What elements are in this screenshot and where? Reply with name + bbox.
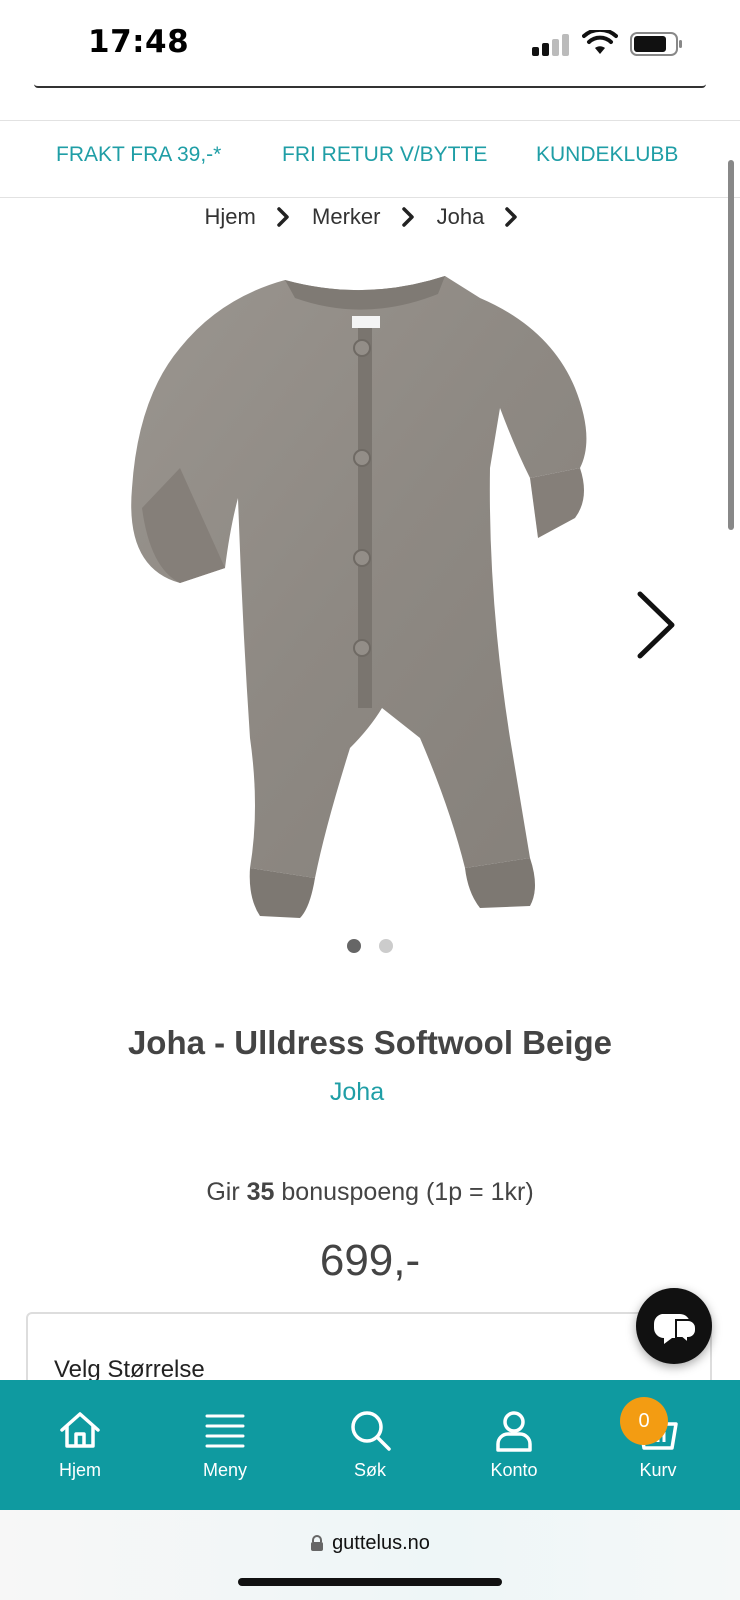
account-icon — [496, 1411, 532, 1452]
pagination-dot[interactable] — [378, 939, 393, 953]
wifi-icon — [582, 30, 618, 54]
chevron-right-icon — [401, 207, 414, 227]
url-display: guttelus.no — [0, 1532, 740, 1555]
nav-home-label: Hjem — [58, 1460, 101, 1480]
status-time: 17:48 — [88, 24, 190, 60]
product-price: 699,- — [319, 1236, 421, 1285]
next-image-arrow-icon[interactable] — [630, 588, 682, 662]
lock-icon — [311, 1535, 324, 1551]
promo-bar: FRAKT FRA 39,-* FRI RETUR V/BYTTE KUNDEK… — [0, 120, 740, 198]
url-text: guttelus.no — [332, 1532, 430, 1554]
nav-search-label: Søk — [353, 1460, 386, 1480]
nav-home[interactable]: Hjem — [20, 1380, 140, 1510]
bonus-points-text: Gir 35 bonuspoeng (1p = 1kr) — [0, 1178, 740, 1207]
image-pagination — [0, 938, 740, 957]
nav-cart-label: Kurv — [639, 1460, 677, 1480]
nav-cart[interactable]: 0 Kurv — [598, 1380, 718, 1510]
wool-jumpsuit-image[interactable] — [120, 268, 610, 940]
nav-account[interactable]: Konto — [454, 1380, 574, 1510]
search-icon — [351, 1411, 391, 1451]
pagination-dot-active[interactable] — [347, 939, 362, 953]
product-title: Joha - Ulldress Softwool Beige — [127, 1024, 613, 1061]
menu-icon — [205, 1414, 245, 1448]
product-brand-link[interactable]: Joha — [0, 1078, 714, 1107]
bonus-prefix: Gir — [206, 1178, 240, 1206]
bonus-points-value: 35 — [246, 1178, 275, 1206]
nav-account-label: Konto — [490, 1460, 538, 1480]
bottom-nav: Hjem Meny Søk Konto 0 Kurv — [0, 1380, 740, 1510]
chat-button[interactable] — [636, 1288, 712, 1364]
nav-search[interactable]: Søk — [310, 1380, 430, 1510]
browser-url-bar[interactable]: guttelus.no — [0, 1510, 740, 1600]
status-bar: 17:48 — [0, 0, 740, 84]
nav-menu-label: Meny — [202, 1460, 247, 1480]
bonus-suffix: bonuspoeng (1p = 1kr) — [281, 1178, 534, 1206]
breadcrumb-joha[interactable]: Joha — [437, 204, 485, 230]
chevron-right-icon — [277, 207, 289, 227]
breadcrumb-home[interactable]: Hjem — [205, 204, 256, 230]
nav-menu[interactable]: Meny — [165, 1380, 285, 1510]
promo-customer-club-link[interactable]: KUNDEKLUBB — [536, 143, 678, 167]
battery-icon — [630, 32, 682, 56]
cellular-signal-icon — [532, 34, 572, 56]
promo-free-return-link[interactable]: FRI RETUR V/BYTTE — [282, 143, 487, 167]
cart-count-badge: 0 — [620, 1397, 668, 1445]
promo-shipping-link[interactable]: FRAKT FRA 39,-* — [56, 143, 221, 167]
breadcrumb: Hjem Merker Joha — [0, 204, 740, 244]
chevron-right-icon — [505, 207, 518, 227]
breadcrumb-brands[interactable]: Merker — [312, 204, 380, 230]
home-indicator — [238, 1578, 502, 1586]
home-icon — [60, 1412, 100, 1448]
chat-bubbles-icon — [653, 1314, 697, 1346]
header-divider — [34, 84, 706, 88]
